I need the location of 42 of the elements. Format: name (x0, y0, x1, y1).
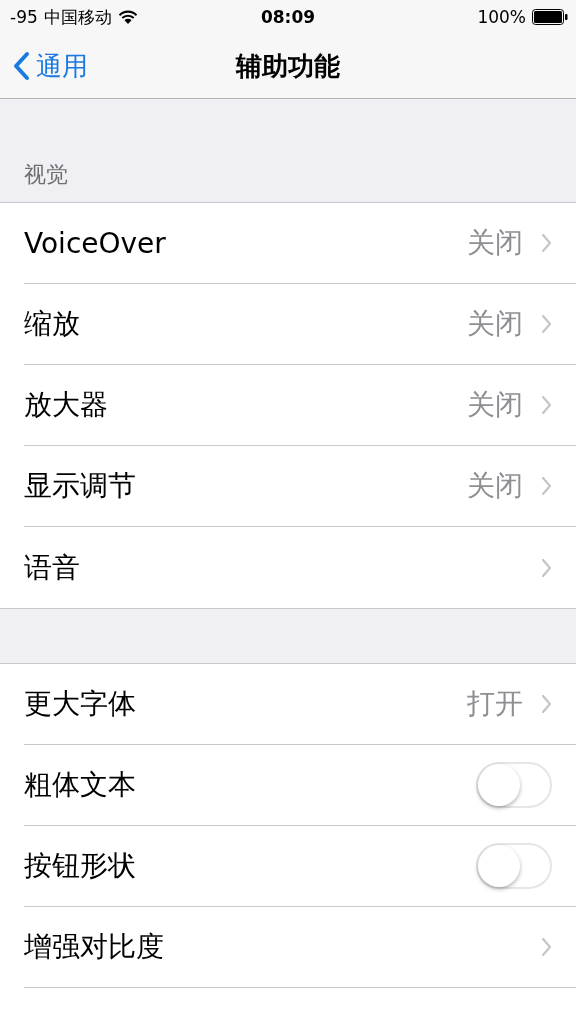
row-label: VoiceOver (24, 226, 167, 260)
row-value: 关闭 (467, 468, 523, 504)
chevron-icon (541, 233, 552, 253)
settings-row[interactable]: 显示调节 关闭 (24, 446, 576, 527)
settings-row[interactable]: 更大字体 打开 (24, 664, 576, 745)
toggle-switch[interactable] (476, 843, 552, 889)
toggle-switch[interactable] (476, 762, 552, 808)
section-header: 视觉 (24, 161, 68, 189)
row-value: 关闭 (467, 225, 523, 261)
row-label: 放大器 (24, 387, 109, 423)
clock: 08:09 (260, 7, 316, 27)
chevron-icon (541, 694, 552, 714)
row-label: 缩放 (24, 306, 81, 342)
back-chevron-icon (12, 51, 30, 81)
row-value: 关闭 (467, 306, 523, 342)
settings-row[interactable]: 增强对比度 (24, 907, 576, 988)
settings-row[interactable]: 语音 (24, 527, 576, 608)
row-label: 按钮形状 (24, 848, 137, 884)
row-label: 增强对比度 (24, 929, 165, 965)
row-label: 显示调节 (24, 468, 137, 504)
settings-row[interactable]: 按钮形状 (24, 826, 576, 907)
chevron-icon (541, 476, 552, 496)
signal-strength: -95 (10, 7, 38, 27)
settings-row[interactable]: 缩放 关闭 (24, 284, 576, 365)
row-value: 打开 (467, 686, 523, 722)
row-label: 语音 (24, 549, 81, 586)
settings-row[interactable]: VoiceOver 关闭 (24, 203, 576, 284)
row-value: 关闭 (467, 387, 523, 423)
battery-icon (532, 9, 568, 25)
chevron-icon (541, 395, 552, 415)
chevron-icon (541, 937, 552, 957)
settings-row[interactable]: 粗体文本 (24, 745, 576, 826)
row-label: 更大字体 (24, 686, 137, 722)
chevron-icon (541, 557, 552, 578)
wifi-icon (117, 9, 138, 25)
battery-percent: 100% (477, 7, 526, 27)
carrier-name: 中国移动 (43, 5, 112, 29)
screen-title: 辅助功能 (236, 49, 340, 83)
settings-row[interactable]: 放大器 关闭 (24, 365, 576, 446)
back-button[interactable]: 通用 (0, 48, 88, 84)
chevron-icon (541, 314, 552, 334)
row-label: 粗体文本 (24, 767, 137, 803)
